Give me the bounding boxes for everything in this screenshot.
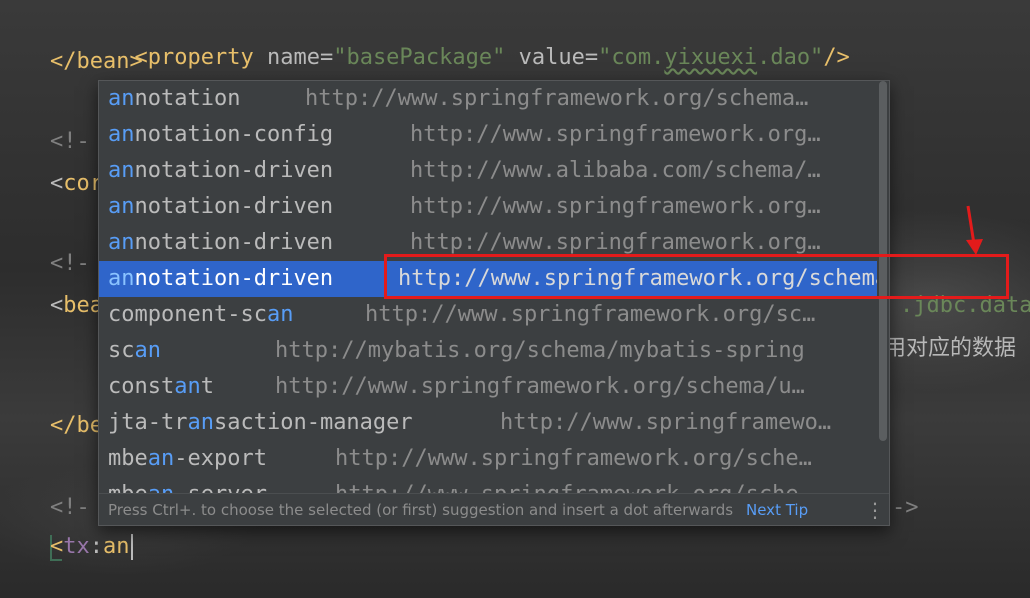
- code-line-comment[interactable]: <!-: [50, 490, 90, 526]
- text-caret: [130, 534, 133, 560]
- completion-item-name: constant: [108, 369, 214, 405]
- completion-item-name: annotation-config: [108, 117, 333, 153]
- name-suffix: t: [200, 374, 214, 399]
- attr-value: "com.: [598, 45, 665, 70]
- name-prefix: sc: [108, 338, 135, 363]
- completion-item[interactable]: annotation-driven http://www.springframe…: [99, 189, 877, 225]
- tag-name: property: [147, 45, 254, 70]
- typed-text: an: [103, 534, 130, 559]
- tag-bracket: <: [50, 293, 64, 318]
- name-suffix: notation-driven: [134, 266, 334, 291]
- name-suffix: notation-driven: [134, 230, 334, 255]
- name-match: an: [266, 302, 294, 327]
- name-match: an: [108, 158, 135, 183]
- comment-end: ->: [892, 495, 919, 520]
- completion-item[interactable]: annotation http://www.springframework.or…: [99, 81, 877, 117]
- code-line-bean-close[interactable]: </bean>: [50, 44, 143, 80]
- completion-item[interactable]: mbean-export http://www.springframework.…: [99, 441, 877, 477]
- tag-bracket: />: [823, 45, 850, 70]
- attr-name: value: [505, 45, 585, 70]
- completion-item-namespace: http://www.springframework.org/sche…: [335, 446, 812, 471]
- completion-item-name: annotation-driven: [108, 225, 333, 261]
- next-tip-link[interactable]: Next Tip: [746, 494, 808, 525]
- completion-item-name: component-scan: [108, 297, 293, 333]
- code-line-bean-open[interactable]: <bea: [50, 288, 103, 324]
- attr-equals: =: [584, 45, 599, 70]
- completion-item[interactable]: mbean-server http://www.springframework.…: [99, 477, 877, 493]
- completion-item[interactable]: jta-transaction-manager http://www.sprin…: [99, 405, 877, 441]
- attr-equals: =: [319, 45, 334, 70]
- completion-item-namespace: http://www.springframewo…: [500, 410, 832, 435]
- code-line-comment[interactable]: <!-: [50, 246, 90, 282]
- completion-item-namespace: http://www.springframework.org/schema…: [305, 86, 809, 111]
- completion-item[interactable]: scan http://mybatis.org/schema/mybatis-s…: [99, 333, 877, 369]
- completion-item-name: annotation-driven: [108, 189, 333, 225]
- completion-item-name: annotation: [108, 81, 240, 117]
- completion-item-namespace: http://www.springframework.org/sc…: [365, 302, 816, 327]
- name-match: an: [148, 482, 175, 493]
- completion-item-name: annotation-driven: [108, 153, 333, 189]
- completion-item-namespace: http://www.springframework.org/schema/u…: [275, 374, 805, 399]
- name-suffix: notation-driven: [134, 158, 334, 183]
- code-line-bean-close[interactable]: </be: [50, 408, 103, 444]
- completion-hint-text: Press Ctrl+. to choose the selected (or …: [108, 501, 734, 519]
- tag-bracket: </: [50, 413, 77, 438]
- name-match: an: [108, 230, 135, 255]
- name-suffix: -export: [174, 446, 267, 471]
- name-match: an: [108, 86, 135, 111]
- name-suffix: saction-manager: [213, 410, 413, 435]
- name-match: an: [108, 122, 135, 147]
- completion-item-namespace: http://www.springframework.org…: [410, 194, 821, 219]
- namespace-colon: :: [89, 534, 103, 559]
- completion-item[interactable]: constant http://www.springframework.org/…: [99, 369, 877, 405]
- name-prefix: mbe: [108, 482, 148, 493]
- completion-item[interactable]: annotation-driven http://www.alibaba.com…: [99, 153, 877, 189]
- name-prefix: mbe: [108, 446, 148, 471]
- completion-popup[interactable]: annotation http://www.springframework.or…: [98, 80, 890, 526]
- attr-value: "basePackage": [333, 45, 506, 70]
- completion-item-namespace: http://www.springframework.org/sche…: [335, 477, 812, 493]
- tag-bracket: <: [50, 171, 64, 196]
- annotation-highlight-box: [384, 254, 1009, 299]
- completion-item-name: mbean-server: [108, 477, 267, 493]
- name-match: an: [187, 410, 214, 435]
- spelling-warning[interactable]: yixuexi: [664, 45, 757, 70]
- completion-item-name: annotation-driven: [108, 261, 333, 297]
- completion-item-namespace: http://www.springframework.org…: [410, 122, 821, 147]
- attr-name: name: [253, 45, 320, 70]
- completion-item-namespace: http://mybatis.org/schema/mybatis-spring: [275, 338, 805, 363]
- completion-item[interactable]: component-scan http://www.springframewor…: [99, 297, 877, 333]
- code-line-comment[interactable]: <!-: [50, 124, 90, 160]
- name-prefix: jta-tr: [108, 410, 188, 435]
- more-options-icon[interactable]: ⋮: [865, 494, 885, 525]
- name-suffix: notation-config: [134, 122, 334, 147]
- name-match: an: [174, 374, 201, 399]
- name-prefix: component-sc: [108, 302, 267, 327]
- code-line-typing[interactable]: <tx:an: [50, 529, 133, 565]
- completion-footer: Press Ctrl+. to choose the selected (or …: [99, 493, 889, 525]
- name-match: an: [108, 194, 135, 219]
- code-line-context[interactable]: <cor: [50, 166, 103, 202]
- annotation-arrow-icon: [966, 205, 983, 255]
- name-suffix: -server: [174, 482, 267, 493]
- completion-item-namespace: http://www.alibaba.com/schema/…: [410, 158, 821, 183]
- code-line-property[interactable]: <property name="basePackage" value="com.…: [108, 4, 850, 70]
- name-suffix: notation-driven: [134, 194, 334, 219]
- name-match: an: [134, 338, 162, 363]
- completion-item-name: mbean-export: [108, 441, 267, 477]
- namespace-prefix: tx: [63, 534, 90, 559]
- tag-bracket: <: [50, 534, 64, 559]
- name-match: an: [147, 446, 175, 471]
- completion-item[interactable]: annotation-config http://www.springframe…: [99, 117, 877, 153]
- completion-item-name: scan: [108, 333, 161, 369]
- name-prefix: const: [108, 374, 175, 399]
- attr-value: .dao": [757, 45, 824, 70]
- background-comment-text: 用对应的数据: [884, 336, 1017, 361]
- name-match: an: [108, 266, 135, 291]
- name-suffix: notation: [134, 86, 241, 111]
- completion-item-name: jta-transaction-manager: [108, 405, 413, 441]
